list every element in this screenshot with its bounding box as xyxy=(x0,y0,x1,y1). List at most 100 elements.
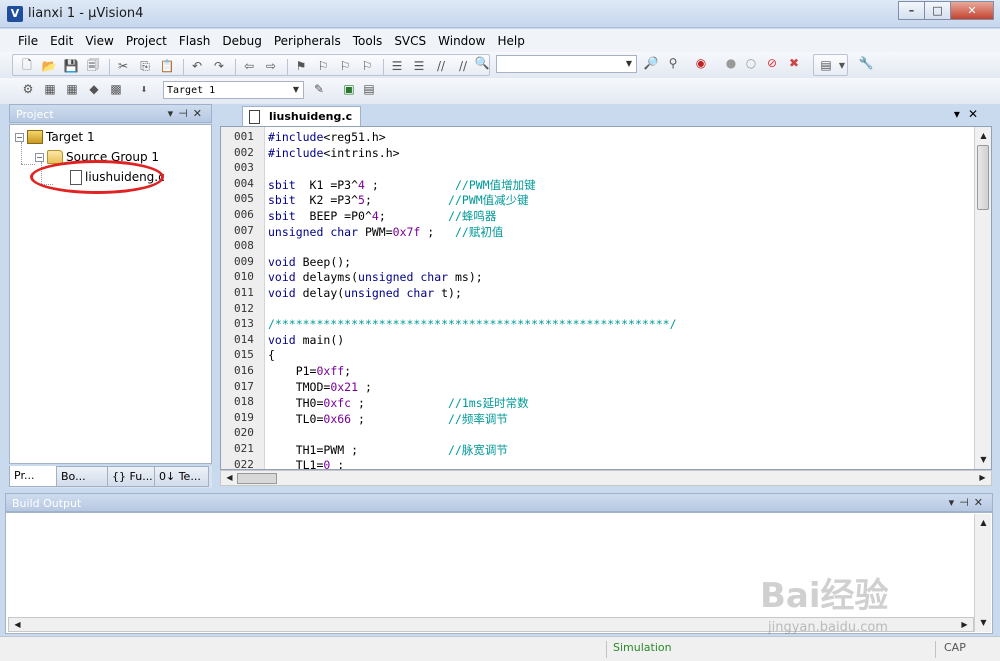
main-toolbar: 🗋 📂 💾 🗐 ✂ ⎘ 📋 ↶ ↷ ⇦ ⇨ ⚑ ⚐ ⚐ ⚐ ☰ ☰ // // … xyxy=(0,52,1000,78)
line-number: 018 xyxy=(234,395,254,409)
minimize-button[interactable]: – xyxy=(898,1,925,20)
disable-breakpoints-icon[interactable]: ⊘ xyxy=(764,55,780,71)
comment-icon[interactable]: // xyxy=(433,58,449,74)
window-layout-button[interactable]: ▤ ▼ xyxy=(813,54,848,76)
tree-item-target[interactable]: − Target 1 xyxy=(15,128,95,146)
new-file-icon[interactable]: 🗋 xyxy=(19,58,35,74)
toolbar-separator xyxy=(287,59,288,76)
baidu-watermark: Bai经验 xyxy=(760,576,889,616)
bookmark-icon[interactable]: ⚑ xyxy=(293,58,309,74)
translate-icon[interactable]: ⚙ xyxy=(20,81,36,97)
editor-horizontal-scrollbar[interactable]: ◀ ▶ xyxy=(220,470,992,486)
status-bar: Simulation CAP xyxy=(0,636,1000,661)
open-file-icon[interactable]: 📂 xyxy=(41,58,57,74)
tab-templates[interactable]: 0↓ Te... xyxy=(154,466,209,487)
line-number: 001 xyxy=(234,130,254,143)
collapse-toggle[interactable]: − xyxy=(15,132,24,142)
menu-tools[interactable]: Tools xyxy=(347,29,389,52)
save-all-icon[interactable]: 🗐 xyxy=(85,58,101,74)
panel-controls[interactable]: ▾⊣✕ xyxy=(168,107,207,120)
incremental-find-icon[interactable]: ⚲ xyxy=(665,55,681,71)
scroll-down-icon[interactable]: ▼ xyxy=(976,616,991,630)
manage-components-icon[interactable]: ▣ xyxy=(341,81,357,97)
tab-templates-label: 0↓ Te... xyxy=(159,470,201,483)
download-icon[interactable]: ⬇ xyxy=(136,81,152,97)
select-packs-icon[interactable]: ▤ xyxy=(361,81,377,97)
copy-icon[interactable]: ⎘ xyxy=(137,58,153,74)
clear-bookmarks-icon[interactable]: ⚐ xyxy=(359,58,375,74)
find-combo[interactable]: ▼ xyxy=(496,55,637,73)
indent-icon[interactable]: ☰ xyxy=(389,58,405,74)
tab-functions[interactable]: {} Fu... xyxy=(107,466,155,487)
editor-tab-label: liushuideng.c xyxy=(269,110,353,123)
scroll-thumb[interactable] xyxy=(237,473,277,484)
uncomment-icon[interactable]: // xyxy=(455,58,471,74)
scroll-left-icon[interactable]: ◀ xyxy=(222,471,237,485)
editor-vertical-scrollbar[interactable]: ▲ ▼ xyxy=(974,127,991,469)
menu-svcs[interactable]: SVCS xyxy=(388,29,432,52)
cut-icon[interactable]: ✂ xyxy=(115,58,131,74)
editor-tab-controls[interactable]: ▾✕ xyxy=(954,107,986,121)
batch-build-icon[interactable]: ◆ xyxy=(86,81,102,97)
scroll-thumb[interactable] xyxy=(977,145,989,210)
paste-icon[interactable]: 📋 xyxy=(159,58,175,74)
find-in-files-icon[interactable]: 🔍 xyxy=(474,55,490,71)
build-vertical-scrollbar[interactable]: ▲ ▼ xyxy=(974,514,991,632)
scroll-up-icon[interactable]: ▲ xyxy=(976,516,991,530)
find-icon[interactable]: 🔎 xyxy=(643,55,659,71)
menu-project[interactable]: Project xyxy=(120,29,173,52)
undo-icon[interactable]: ↶ xyxy=(189,58,205,74)
tab-books-label: Bo... xyxy=(61,470,86,483)
save-icon[interactable]: 💾 xyxy=(63,58,79,74)
menu-file[interactable]: File xyxy=(12,29,44,52)
menu-help[interactable]: Help xyxy=(491,29,530,52)
code-text: #include<intrins.h> xyxy=(268,145,400,160)
menu-flash[interactable]: Flash xyxy=(173,29,216,52)
breakpoint-icon[interactable]: ● xyxy=(723,55,739,71)
code-editor[interactable]: ▲ ▼ 001 #include<reg51.h> 002 #include<intr… xyxy=(220,126,992,470)
menu-peripherals[interactable]: Peripherals xyxy=(268,29,347,52)
scroll-up-icon[interactable]: ▲ xyxy=(976,129,991,143)
maximize-button[interactable]: □ xyxy=(924,1,951,20)
line-number: 002 xyxy=(234,145,254,159)
nav-forward-icon[interactable]: ⇨ xyxy=(263,58,279,74)
build-icon[interactable]: ▦ xyxy=(42,81,58,97)
close-button[interactable]: ✕ xyxy=(950,1,994,20)
tab-liushuideng[interactable]: liushuideng.c xyxy=(242,106,362,126)
collapse-toggle[interactable]: − xyxy=(35,152,44,162)
code-text: unsigned char PWM=0x7f ; //赋初值 xyxy=(268,224,504,239)
menu-edit[interactable]: Edit xyxy=(44,29,79,52)
nav-back-icon[interactable]: ⇦ xyxy=(241,58,257,74)
enable-breakpoint-icon[interactable]: ○ xyxy=(743,55,759,71)
scroll-down-icon[interactable]: ▼ xyxy=(976,453,991,467)
redo-icon[interactable]: ↷ xyxy=(211,58,227,74)
scroll-right-icon[interactable]: ▶ xyxy=(975,471,990,485)
debug-session-icon[interactable]: ◉ xyxy=(693,55,709,71)
code-text: void delayms(unsigned char ms); xyxy=(268,270,483,285)
line-number: 009 xyxy=(234,254,254,268)
target-select[interactable]: Target 1 ▼ xyxy=(163,81,304,99)
code-text: sbit K1 =P3^4 ; //PWM值增加键 xyxy=(268,177,536,192)
rebuild-icon[interactable]: ▦ xyxy=(64,81,80,97)
target-select-value: Target 1 xyxy=(167,85,216,96)
prev-bookmark-icon[interactable]: ⚐ xyxy=(315,58,331,74)
tab-books[interactable]: Bo... xyxy=(56,466,108,487)
line-number: 013 xyxy=(234,317,254,331)
kill-breakpoints-icon[interactable]: ✖ xyxy=(786,55,802,71)
unindent-icon[interactable]: ☰ xyxy=(411,58,427,74)
toolbar-separator xyxy=(109,59,110,76)
menu-view[interactable]: View xyxy=(79,29,119,52)
next-bookmark-icon[interactable]: ⚐ xyxy=(337,58,353,74)
scroll-right-icon[interactable]: ▶ xyxy=(957,618,972,632)
panel-controls[interactable]: ▾⊣✕ xyxy=(949,496,988,509)
configure-icon[interactable]: 🔧 xyxy=(858,55,874,71)
scroll-left-icon[interactable]: ◀ xyxy=(10,618,25,632)
tab-project[interactable]: Pr... xyxy=(9,466,57,487)
chevron-down-icon[interactable]: ▼ xyxy=(289,82,303,98)
menu-window[interactable]: Window xyxy=(432,29,491,52)
menu-debug[interactable]: Debug xyxy=(216,29,267,52)
stop-build-icon[interactable]: ▩ xyxy=(108,81,124,97)
tab-functions-label: {} Fu... xyxy=(112,470,153,483)
target-options-icon[interactable]: ✎ xyxy=(311,81,327,97)
chevron-down-icon[interactable]: ▼ xyxy=(622,56,636,72)
